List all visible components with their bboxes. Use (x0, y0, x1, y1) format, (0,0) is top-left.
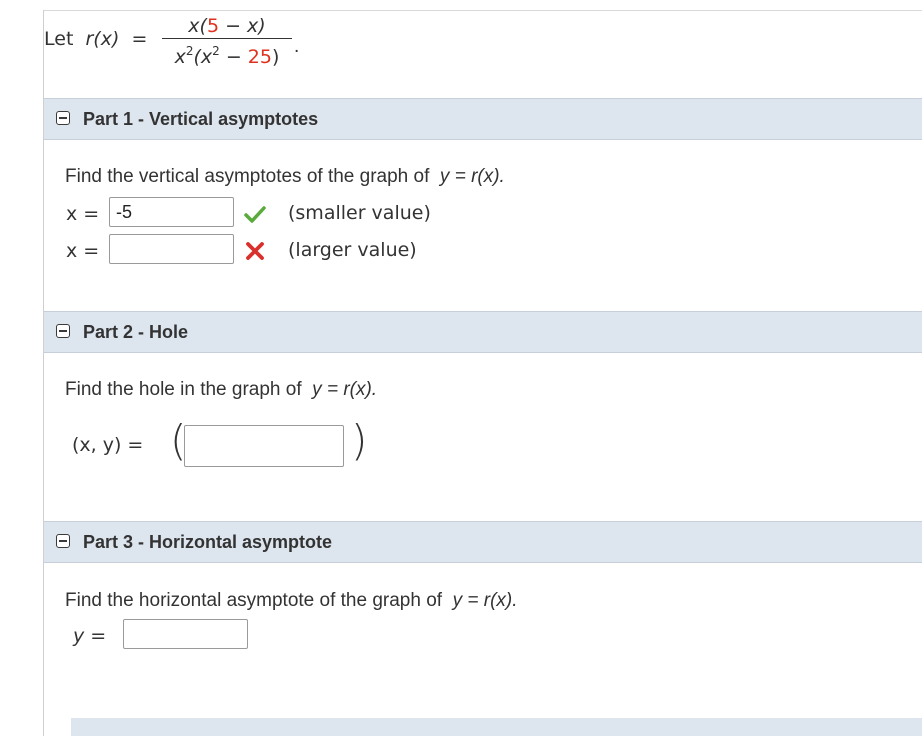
denominator-pre: x (174, 46, 186, 68)
smaller-asymptote-input[interactable] (109, 197, 234, 227)
horizontal-label: y = (73, 625, 106, 647)
hole-input[interactable] (184, 425, 344, 467)
problem-let: Let r(x) = (44, 28, 147, 50)
collapse-icon[interactable] (56, 111, 70, 125)
part1-row1-label: x = (66, 203, 100, 225)
part3-prompt-text: Find the horizontal asymptote of the gra… (65, 590, 443, 611)
part3-title: Part 3 - Horizontal asymptote (83, 532, 333, 552)
top-divider (44, 10, 922, 11)
close-paren: ) (351, 416, 368, 465)
part3-prompt: Find the horizontal asymptote of the gra… (65, 590, 518, 612)
part1-header[interactable]: Part 1 - Vertical asymptotes (44, 98, 922, 140)
numerator: x(5 − x) (162, 16, 292, 36)
horizontal-asymptote-input[interactable] (123, 619, 248, 649)
numerator-post: − x) (219, 15, 266, 37)
part2-prompt: Find the hole in the graph of y = r(x). (65, 379, 377, 401)
part3-header[interactable]: Part 3 - Horizontal asymptote (44, 521, 922, 563)
correct-check-icon (244, 206, 266, 223)
denominator-post: ) (271, 46, 280, 68)
numerator-pre: x( (188, 15, 207, 37)
horizontal-label-text: y = (73, 625, 107, 647)
part1-row2-label: x = (66, 240, 100, 262)
denominator-exponent-2: 2 (212, 44, 220, 58)
collapse-icon[interactable] (56, 534, 70, 548)
equals-sign: = (131, 28, 148, 50)
fraction: x(5 − x) x2(x2 − 25) (162, 16, 292, 68)
part1-title: Part 1 - Vertical asymptotes (83, 109, 319, 129)
incorrect-x-icon (246, 242, 264, 260)
part1-prompt-text: Find the vertical asymptotes of the grap… (65, 166, 430, 187)
larger-value-hint: (larger value) (288, 239, 417, 261)
let-label: Let (44, 28, 74, 50)
denominator-minus: − (219, 46, 248, 68)
problem-period: . (294, 36, 300, 57)
smaller-value-hint: (smaller value) (288, 202, 431, 224)
denominator-mid: (x (193, 46, 213, 68)
part3-prompt-math: y = r(x). (452, 590, 518, 611)
larger-asymptote-input[interactable] (109, 234, 234, 264)
denominator: x2(x2 − 25) (162, 40, 292, 68)
part2-header[interactable]: Part 2 - Hole (44, 311, 922, 353)
part1-prompt-math: y = r(x). (439, 166, 505, 187)
part2-prompt-text: Find the hole in the graph of (65, 379, 302, 400)
function-name: r(x) (85, 28, 120, 50)
collapse-icon[interactable] (56, 324, 70, 338)
numerator-constant: 5 (206, 15, 220, 37)
part1-prompt: Find the vertical asymptotes of the grap… (65, 166, 505, 188)
denominator-constant: 25 (247, 46, 272, 68)
part2-title: Part 2 - Hole (83, 322, 189, 342)
fraction-bar (162, 38, 292, 39)
part2-prompt-math: y = r(x). (312, 379, 378, 400)
hole-label: (x, y) = (72, 434, 144, 456)
next-section-header (71, 718, 922, 736)
